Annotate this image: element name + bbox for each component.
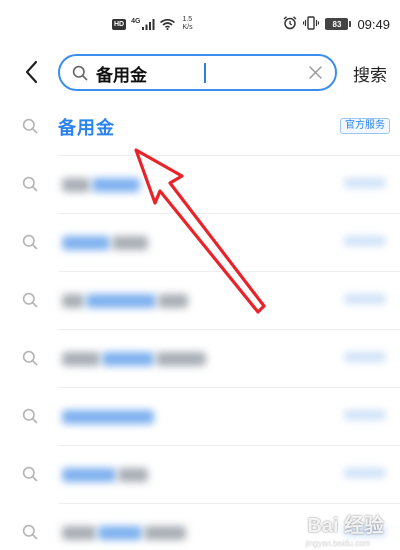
hd-badge: HD [112,18,127,30]
chevron-left-icon [25,60,38,84]
search-icon [72,65,88,85]
blurred-badge [344,236,386,246]
blurred-text [98,526,142,540]
blurred-text [86,294,156,308]
watermark-url: jingyan.baidu.com [305,539,370,548]
search-bar[interactable] [58,54,337,91]
suggestion-item-blurred[interactable] [0,214,400,272]
blurred-text [144,526,186,540]
blurred-text [62,178,90,192]
network-speed-value: 1.5 [182,16,193,23]
suggestion-text: 备用金 [58,118,115,139]
watermark-logo: Bai 经验 [307,515,384,537]
search-icon [22,466,38,486]
suggestion-item-blurred[interactable] [0,272,400,330]
blurred-text [62,410,154,424]
back-button[interactable] [18,58,46,86]
blurred-text [62,352,100,366]
blurred-text [102,352,154,366]
vibrate-icon [303,15,320,34]
network-type: 4G [131,17,141,25]
blurred-text [62,526,96,540]
signal-icon [142,15,155,34]
clear-icon[interactable] [308,65,323,84]
search-icon [22,524,38,544]
search-icon [22,292,38,312]
status-bar-right: 83 09:49 [283,15,390,33]
suggestion-item-blurred[interactable] [0,156,400,214]
text-caret [204,63,206,83]
wifi-icon [160,15,176,34]
blurred-text [92,178,140,192]
suggestion-item-blurred[interactable] [0,446,400,504]
status-bar-left: HD 4G 1.5 K/s [112,16,193,32]
blurred-text [62,294,84,308]
blurred-badge [344,294,386,304]
network-speed: 1.5 K/s [182,16,192,32]
suggestion-item-blurred[interactable] [0,330,400,388]
search-input[interactable] [96,61,296,85]
blurred-text [158,294,188,308]
suggestion-item-blurred[interactable] [0,388,400,446]
blurred-badge [344,468,386,478]
search-icon [22,350,38,370]
blurred-badge [344,352,386,362]
search-icon [22,176,38,196]
blurred-text [118,468,148,482]
suggestion-list: 备用金 官方服务 [0,98,400,550]
search-header: 搜索 [0,52,400,92]
search-icon [22,118,38,138]
blurred-badge [344,178,386,188]
clock-time: 09:49 [357,16,390,32]
blurred-badge [344,410,386,420]
blurred-text [62,468,116,482]
suggestion-item[interactable]: 备用金 官方服务 [0,98,400,156]
blurred-text [112,236,148,250]
status-bar: HD 4G 1.5 K/s 83 09:49 [0,0,400,46]
search-icon [22,408,38,428]
official-service-badge: 官方服务 [340,118,390,134]
search-submit-button[interactable]: 搜索 [353,61,387,86]
blurred-text [156,352,206,366]
alarm-icon [283,15,297,34]
battery-icon: 83 [325,18,352,30]
search-icon [22,234,38,254]
blurred-text [62,236,110,250]
network-speed-unit: K/s [182,24,193,31]
